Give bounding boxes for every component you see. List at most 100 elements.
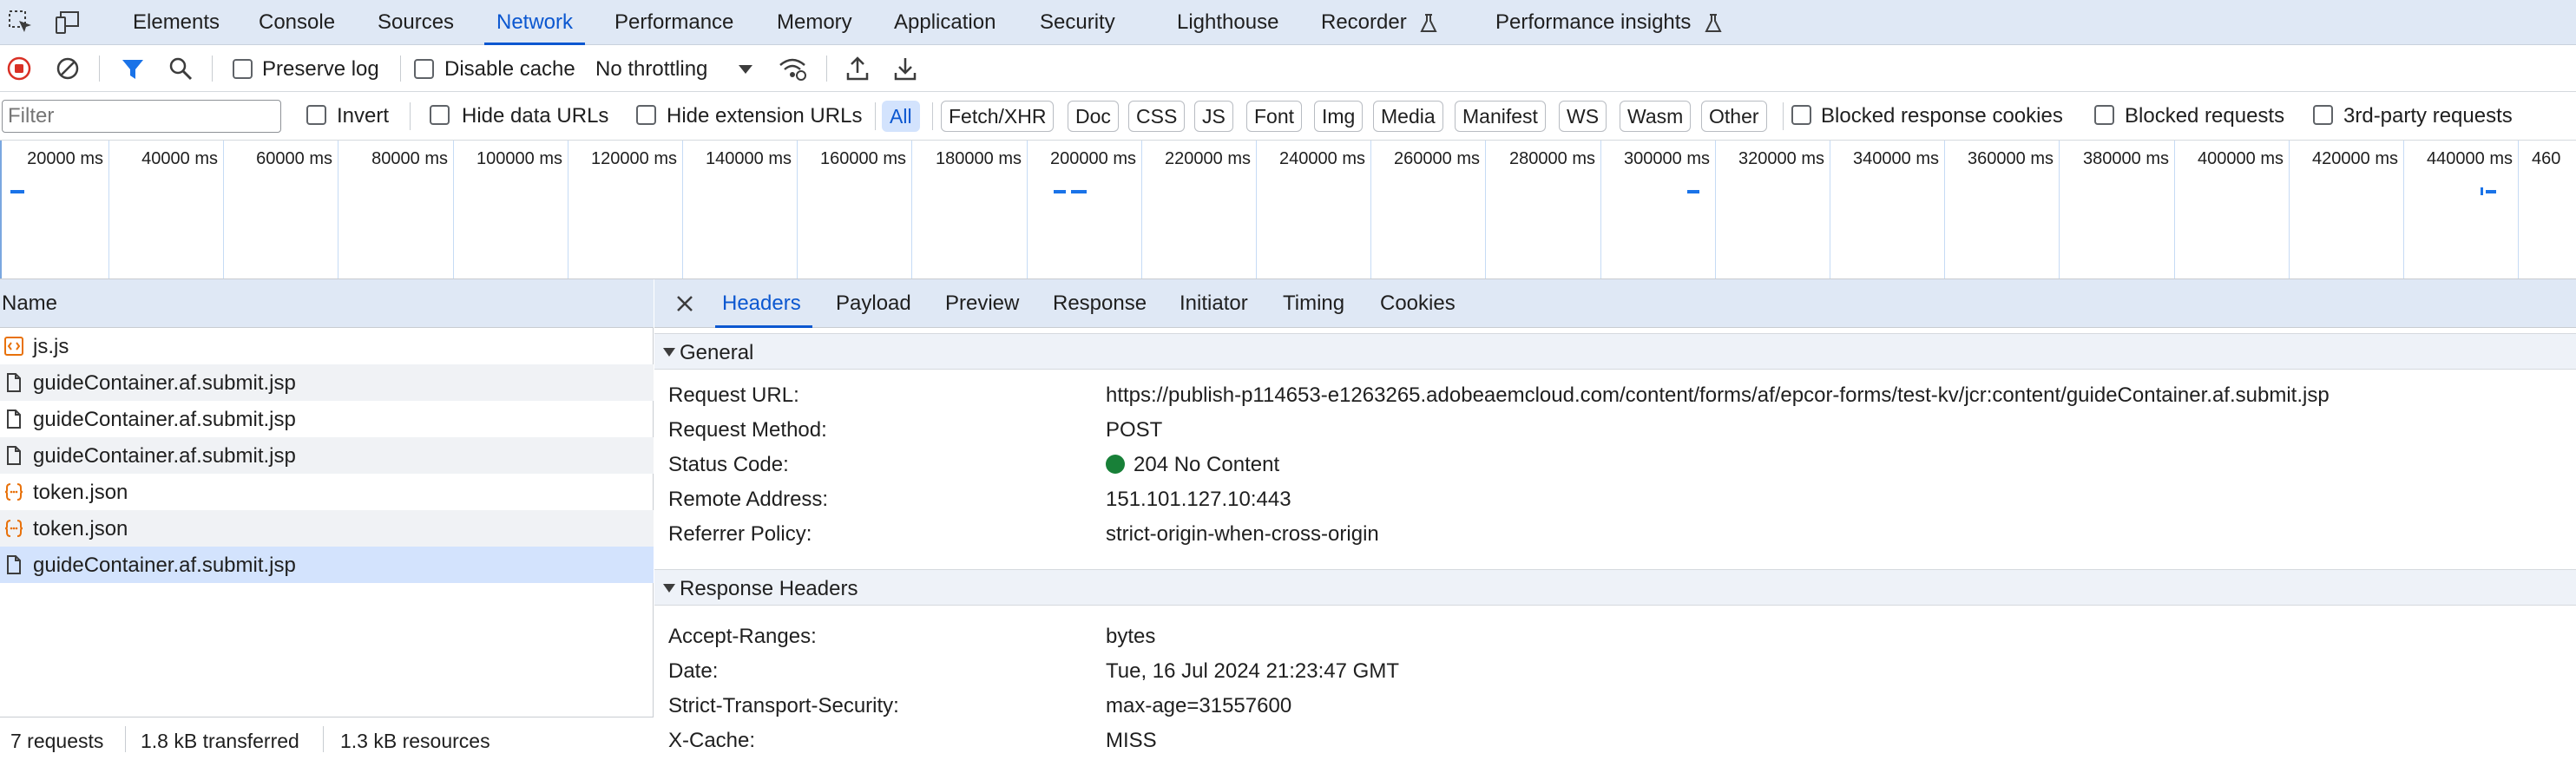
request-list-panel: Name js.js guideContainer.af.submit.jsp … xyxy=(0,279,654,760)
stop-recording-icon[interactable] xyxy=(7,56,31,81)
type-filter-wasm[interactable]: Wasm xyxy=(1620,101,1692,132)
type-filter-manifest[interactable]: Manifest xyxy=(1455,101,1546,132)
request-method-key: Request Method: xyxy=(668,418,827,442)
script-icon xyxy=(4,337,23,356)
response-headers-section-title: Response Headers xyxy=(680,577,858,600)
blocked-response-cookies-checkbox[interactable] xyxy=(1791,105,1811,125)
request-name: guideContainer.af.submit.jsp xyxy=(33,444,296,468)
general-section-header[interactable]: General xyxy=(654,333,2576,370)
request-name: guideContainer.af.submit.jsp xyxy=(33,371,296,395)
tab-network[interactable]: Network xyxy=(483,0,586,45)
type-filter-all[interactable]: All xyxy=(882,101,920,132)
timeline-gridline xyxy=(2059,141,2060,278)
network-overview-timeline[interactable]: 20000 ms 40000 ms 60000 ms 80000 ms 100000 m… xyxy=(0,141,2576,279)
type-filter-media[interactable]: Media xyxy=(1373,101,1443,132)
import-har-icon[interactable] xyxy=(845,56,870,82)
timeline-gridline xyxy=(682,141,683,278)
tab-sources[interactable]: Sources xyxy=(378,0,454,45)
header-key: Strict-Transport-Security: xyxy=(668,694,899,717)
timeline-tick-label: 260000 ms xyxy=(1394,149,1480,168)
export-har-icon[interactable] xyxy=(893,56,917,82)
filter-input[interactable] xyxy=(2,100,281,133)
tab-payload[interactable]: Payload xyxy=(836,292,911,316)
type-filter-ws[interactable]: WS xyxy=(1559,101,1607,132)
timeline-tick-label: 80000 ms xyxy=(371,149,448,168)
tab-preview[interactable]: Preview xyxy=(945,292,1019,316)
timeline-tick-label: 380000 ms xyxy=(2083,149,2169,168)
tab-elements[interactable]: Elements xyxy=(133,0,220,45)
device-toolbar-icon[interactable] xyxy=(54,9,82,36)
throttling-select[interactable]: No throttling xyxy=(595,57,707,82)
tab-application[interactable]: Application xyxy=(894,0,996,45)
timeline-tick-label: 40000 ms xyxy=(141,149,218,168)
preserve-log-checkbox[interactable] xyxy=(233,59,253,79)
tab-performance-insights[interactable]: Performance insights xyxy=(1495,0,1723,45)
tab-response[interactable]: Response xyxy=(1053,292,1147,316)
tab-timing[interactable]: Timing xyxy=(1283,292,1344,316)
clear-icon[interactable] xyxy=(56,56,80,81)
request-row[interactable]: token.json xyxy=(0,474,654,510)
tab-initiator[interactable]: Initiator xyxy=(1180,292,1248,316)
inspect-element-icon[interactable] xyxy=(7,9,35,36)
type-filter-doc[interactable]: Doc xyxy=(1068,101,1119,132)
timeline-tick-label: 220000 ms xyxy=(1165,149,1251,168)
request-list-header[interactable]: Name xyxy=(0,279,654,328)
request-mark xyxy=(1054,190,1066,193)
disable-cache-checkbox[interactable] xyxy=(414,59,434,79)
tab-cookies[interactable]: Cookies xyxy=(1380,292,1456,316)
tab-lighthouse[interactable]: Lighthouse xyxy=(1177,0,1278,45)
timeline-gridline xyxy=(453,141,454,278)
blocked-response-cookies-label: Blocked response cookies xyxy=(1821,104,2063,128)
request-name: guideContainer.af.submit.jsp xyxy=(33,554,296,577)
type-filter-img[interactable]: Img xyxy=(1314,101,1364,132)
third-party-requests-label: 3rd-party requests xyxy=(2343,104,2513,128)
type-filter-other[interactable]: Other xyxy=(1701,101,1767,132)
name-column-header[interactable]: Name xyxy=(2,292,57,316)
tab-performance-insights-label: Performance insights xyxy=(1495,10,1692,34)
tab-headers[interactable]: Headers xyxy=(722,292,801,316)
request-row[interactable]: js.js xyxy=(0,328,654,364)
blocked-requests-checkbox[interactable] xyxy=(2094,105,2114,125)
timeline-selection-edge[interactable] xyxy=(0,141,2,278)
type-filter-js[interactable]: JS xyxy=(1194,101,1233,132)
resources-size: 1.3 kB resources xyxy=(340,730,490,752)
request-row[interactable]: token.json xyxy=(0,510,654,547)
tab-performance[interactable]: Performance xyxy=(614,0,733,45)
hide-extension-urls-label: Hide extension URLs xyxy=(667,104,863,128)
type-filter-css[interactable]: CSS xyxy=(1128,101,1186,132)
type-filter-font[interactable]: Font xyxy=(1246,101,1303,132)
timeline-tick-label: 240000 ms xyxy=(1279,149,1365,168)
request-row[interactable]: guideContainer.af.submit.jsp xyxy=(0,364,654,401)
hide-data-urls-checkbox[interactable] xyxy=(430,105,450,125)
timeline-gridline xyxy=(1370,141,1371,278)
filter-icon[interactable] xyxy=(121,57,145,82)
experimental-flask-icon xyxy=(1420,13,1438,32)
timeline-tick-label: 200000 ms xyxy=(1050,149,1136,168)
tab-memory[interactable]: Memory xyxy=(777,0,852,45)
request-name: token.json xyxy=(33,481,128,504)
invert-checkbox[interactable] xyxy=(306,105,326,125)
request-name: js.js xyxy=(33,335,69,358)
request-name: token.json xyxy=(33,517,128,541)
network-conditions-icon[interactable] xyxy=(778,56,807,82)
request-row-selected[interactable]: guideContainer.af.submit.jsp xyxy=(0,547,654,583)
timeline-gridline xyxy=(1715,141,1716,278)
preserve-log-label: Preserve log xyxy=(262,57,379,81)
type-filter-fetch-xhr[interactable]: Fetch/XHR xyxy=(941,101,1055,132)
request-row[interactable]: guideContainer.af.submit.jsp xyxy=(0,401,654,437)
response-headers-section-header[interactable]: Response Headers xyxy=(654,569,2576,606)
search-icon[interactable] xyxy=(168,56,193,81)
detail-tab-bar: Headers Payload Preview Response Initiat… xyxy=(654,279,2576,328)
tab-console[interactable]: Console xyxy=(259,0,335,45)
request-row[interactable]: guideContainer.af.submit.jsp xyxy=(0,437,654,474)
active-tab-indicator xyxy=(715,325,812,328)
tab-recorder[interactable]: Recorder xyxy=(1321,0,1438,45)
timeline-tick-label: 440000 ms xyxy=(2427,149,2513,168)
hide-extension-urls-checkbox[interactable] xyxy=(636,105,656,125)
third-party-requests-checkbox[interactable] xyxy=(2313,105,2333,125)
tab-security[interactable]: Security xyxy=(1040,0,1115,45)
chevron-down-icon[interactable] xyxy=(738,64,753,75)
document-icon xyxy=(7,555,21,574)
collapse-triangle-icon xyxy=(663,348,675,357)
close-icon[interactable] xyxy=(675,294,694,313)
